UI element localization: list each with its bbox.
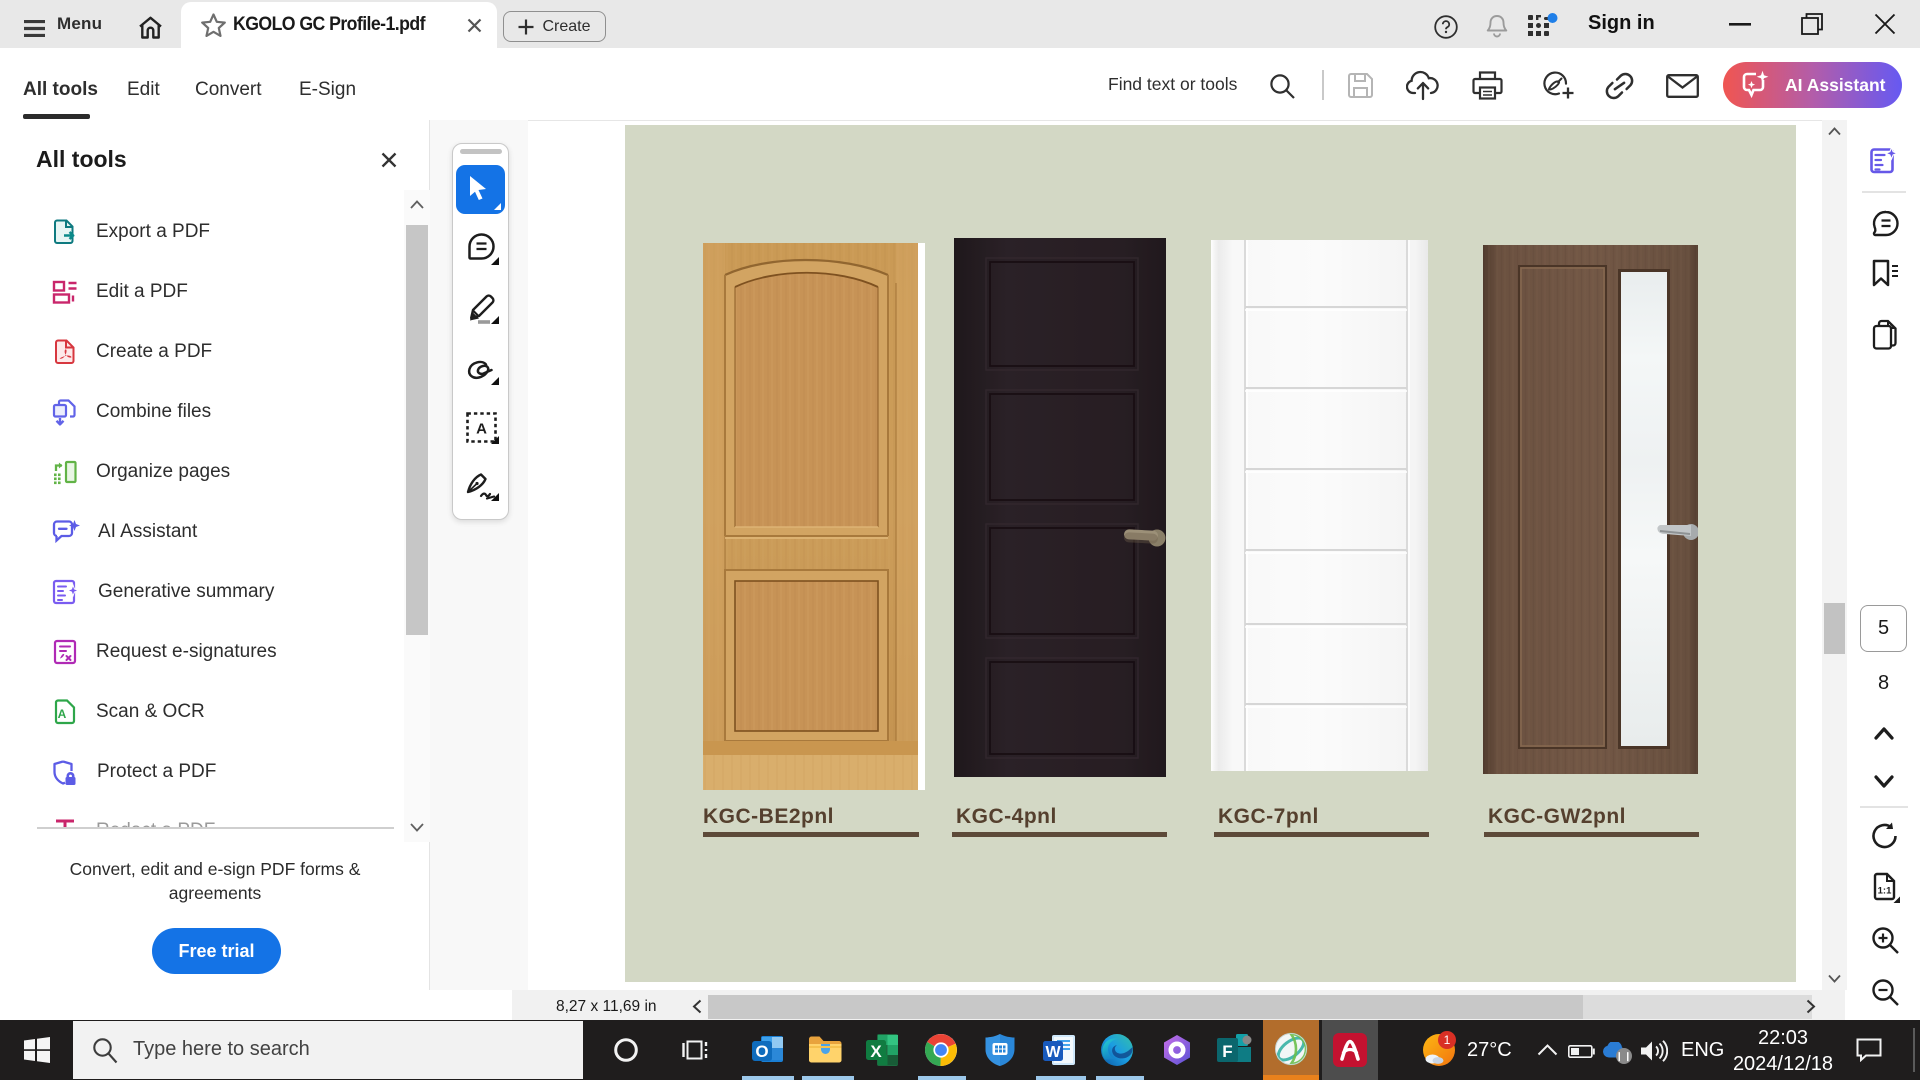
svg-text:W: W xyxy=(1045,1044,1061,1061)
svg-text:X: X xyxy=(870,1042,882,1061)
svg-text:1:1: 1:1 xyxy=(1878,886,1892,897)
svg-text:O: O xyxy=(755,1042,768,1061)
svg-text:A: A xyxy=(58,707,67,721)
svg-text:F: F xyxy=(1222,1042,1232,1061)
svg-text:A: A xyxy=(476,421,487,438)
